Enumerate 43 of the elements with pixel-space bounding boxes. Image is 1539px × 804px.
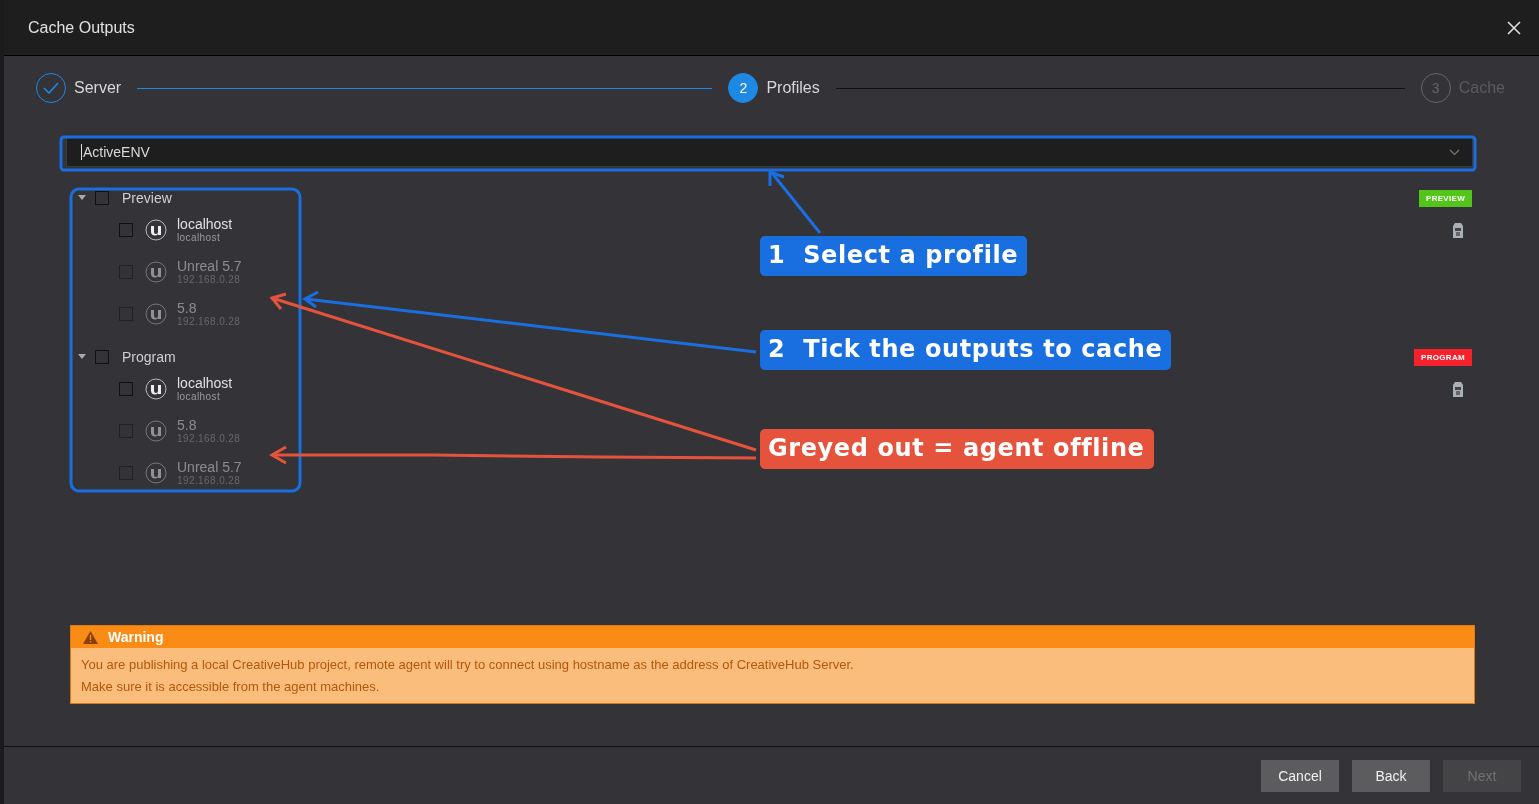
output-name: Unreal 5.7 xyxy=(177,259,242,274)
checkbox[interactable] xyxy=(95,191,109,205)
window-title: Cache Outputs xyxy=(28,18,135,37)
close-icon[interactable] xyxy=(1507,20,1521,35)
u-circle-icon xyxy=(145,261,167,283)
output-address: localhost xyxy=(177,391,222,402)
output-tag: PREVIEW xyxy=(1419,189,1472,207)
checkbox[interactable] xyxy=(119,223,133,237)
robot-icon xyxy=(1452,381,1464,397)
output-name: Unreal 5.7 xyxy=(177,460,242,475)
output-name: localhost xyxy=(177,376,233,391)
checkbox[interactable] xyxy=(95,350,109,364)
checkbox[interactable] xyxy=(119,382,133,396)
warning-text: You are publishing a local CreativeHub project, remote agent will try to connect using hostname as the address of CreativeHub Server. xyxy=(81,657,855,673)
u-circle-icon xyxy=(145,378,167,400)
warning-icon xyxy=(83,630,98,644)
output-name: localhost xyxy=(177,217,233,232)
step-indicator: 2 xyxy=(728,73,759,103)
chevron-down-icon xyxy=(1449,148,1460,156)
callout-label: 1 Select a profile xyxy=(760,236,1028,276)
u-circle-icon xyxy=(145,462,167,484)
robot-icon xyxy=(1452,222,1464,238)
warning-title: Warning xyxy=(108,629,164,645)
group-label: Preview xyxy=(122,190,172,206)
arrow xyxy=(768,169,822,234)
u-circle-icon xyxy=(145,420,167,442)
step-label: Server xyxy=(74,79,122,97)
group-label: Program xyxy=(122,349,176,365)
output-name: 5.8 xyxy=(177,418,198,433)
step-label: Profiles xyxy=(766,79,820,97)
profile-select[interactable]: ActiveENV xyxy=(66,137,1473,167)
dialog-button[interactable]: Back xyxy=(1352,759,1430,792)
warning-text: Make sure it is accessible from the agent machines. xyxy=(81,679,381,695)
output-tag: PROGRAM xyxy=(1414,348,1472,366)
dialog-button[interactable]: Cancel xyxy=(1261,759,1339,792)
output-address: localhost xyxy=(177,232,222,243)
expand-caret-icon[interactable] xyxy=(78,195,86,201)
output-name: 5.8 xyxy=(177,301,198,316)
u-circle-icon xyxy=(145,219,167,241)
u-circle-icon xyxy=(145,303,167,325)
callout-label: Greyed out = agent offline xyxy=(760,429,1154,469)
callout-label: 2 Tick the outputs to cache xyxy=(760,330,1172,370)
expand-caret-icon[interactable] xyxy=(78,354,86,360)
